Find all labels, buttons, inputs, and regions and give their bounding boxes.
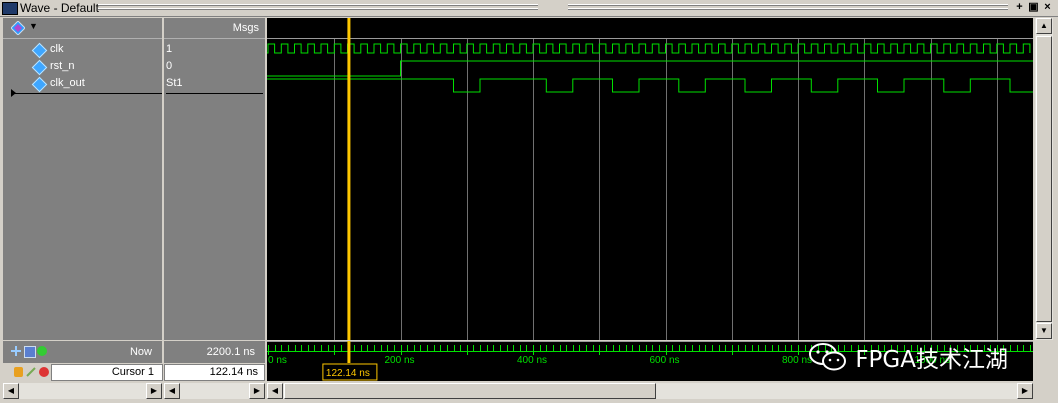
- clk_out-wave: [267, 78, 1033, 93]
- waveform-canvas[interactable]: [267, 18, 1033, 340]
- scroll-up-button[interactable]: ▲: [1036, 18, 1052, 34]
- msgs-label: Msgs: [232, 22, 259, 34]
- cursor-value: 122.14 ns: [209, 366, 258, 378]
- watermark: FPGA技术江湖: [808, 340, 1008, 374]
- edit-icon[interactable]: [26, 367, 36, 377]
- close-button[interactable]: ×: [1042, 1, 1053, 13]
- scroll-left-button[interactable]: ◀: [3, 383, 19, 399]
- rst_n-wave: [267, 60, 1033, 77]
- vertical-scrollbar[interactable]: ▲ ▼: [1035, 18, 1053, 340]
- scroll-corner: [1035, 383, 1053, 399]
- signal-names-pane[interactable]: ▼ clk rst_n clk_out: [3, 18, 162, 340]
- window-title: Wave - Default: [20, 1, 99, 15]
- arrow-right-icon: [11, 89, 16, 97]
- signal-row[interactable]: rst_n: [3, 59, 162, 76]
- title-grip[interactable]: [568, 4, 1008, 6]
- chevron-down-icon[interactable]: ▼: [29, 21, 38, 31]
- scroll-left-button[interactable]: ◀: [164, 383, 180, 399]
- now-row-values: 2200.1 ns: [164, 341, 265, 363]
- value-row-divider: [166, 93, 263, 94]
- cursor-label: Cursor 1: [111, 366, 154, 378]
- values-hscrollbar[interactable]: ◀ ▶: [164, 383, 265, 399]
- ruler-tick-label: 0 ns: [268, 355, 287, 366]
- scroll-right-button[interactable]: ▶: [249, 383, 265, 399]
- add-pane-button[interactable]: +: [1014, 1, 1025, 13]
- wave-window-icon: [2, 2, 18, 15]
- signal-diamond-icon[interactable]: [10, 20, 26, 36]
- delete-icon[interactable]: [39, 367, 49, 377]
- waveform-pane[interactable]: [267, 18, 1033, 340]
- cursor-value-field[interactable]: 122.14 ns: [164, 364, 265, 381]
- zoom-icon[interactable]: [24, 346, 36, 358]
- add-cursor-icon[interactable]: [37, 346, 47, 356]
- cursor-readout: 122.14 ns: [326, 368, 370, 379]
- signal-name: clk_out: [50, 77, 85, 89]
- wave-hscrollbar[interactable]: ◀ ▶: [267, 383, 1033, 399]
- signal-diamond-icon: [31, 59, 48, 76]
- now-label: Now: [129, 346, 152, 358]
- title-grip[interactable]: [98, 8, 538, 10]
- now-row-names: Now: [3, 341, 162, 363]
- scroll-left-button[interactable]: ◀: [267, 383, 283, 399]
- title-bar: Wave - Default + ▣ ×: [0, 0, 1058, 17]
- scroll-right-button[interactable]: ▶: [1017, 383, 1033, 399]
- values-header: Msgs: [164, 18, 265, 39]
- wave-hscroll-thumb[interactable]: [284, 383, 656, 399]
- dock-button[interactable]: ▣: [1028, 1, 1039, 13]
- signal-values-pane[interactable]: Msgs 1 0 St1: [164, 18, 265, 340]
- insertion-marker: [13, 93, 162, 94]
- signal-value: 0: [166, 60, 173, 72]
- signal-diamond-icon: [31, 76, 48, 93]
- title-grip[interactable]: [98, 4, 538, 6]
- cursor-row-names: Cursor 1: [3, 363, 163, 381]
- signal-row[interactable]: clk_out: [3, 76, 162, 93]
- scroll-right-button[interactable]: ▶: [146, 383, 162, 399]
- now-value: 2200.1 ns: [206, 346, 255, 358]
- ruler-tick-label: 400 ns: [517, 355, 547, 366]
- signal-name: rst_n: [50, 60, 75, 72]
- signal-row[interactable]: clk: [3, 42, 162, 59]
- add-icon[interactable]: [11, 346, 21, 356]
- signal-value: 1: [166, 43, 173, 55]
- ruler-tick-label: 600 ns: [650, 355, 680, 366]
- vertical-scroll-thumb[interactable]: [1036, 36, 1052, 322]
- clk-wave: [267, 43, 1031, 54]
- names-hscrollbar[interactable]: ◀ ▶: [3, 383, 162, 399]
- cursor-name-field[interactable]: Cursor 1: [51, 364, 163, 381]
- title-grip[interactable]: [568, 8, 1008, 10]
- lock-icon[interactable]: [14, 367, 23, 377]
- signal-diamond-icon: [31, 42, 48, 59]
- wechat-icon: [809, 343, 846, 371]
- signal-name: clk: [50, 43, 64, 55]
- signal-value: St1: [166, 77, 183, 89]
- names-header: ▼: [3, 18, 162, 39]
- scroll-down-button[interactable]: ▼: [1036, 323, 1052, 339]
- ruler-tick-label: 200 ns: [385, 355, 415, 366]
- watermark-text: FPGA技术江湖: [855, 347, 1008, 373]
